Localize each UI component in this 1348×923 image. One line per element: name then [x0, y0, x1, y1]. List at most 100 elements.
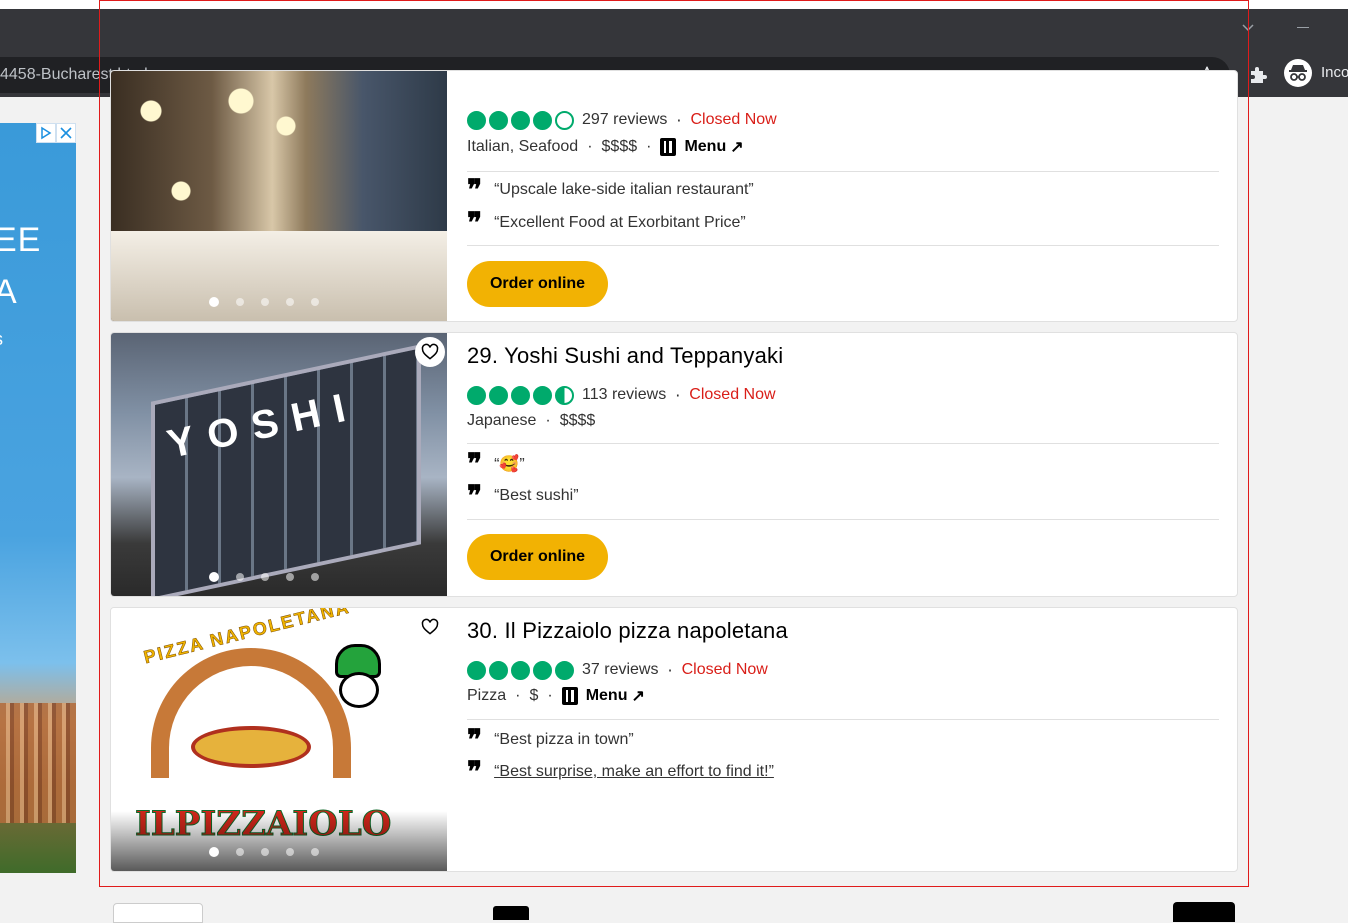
- carousel-dot[interactable]: [286, 298, 294, 306]
- ad-text-line: A: [0, 273, 18, 311]
- rating-bubble: [555, 385, 574, 405]
- menu-icon: [660, 138, 677, 156]
- review-snippet-text: “Best sushi”: [494, 487, 579, 504]
- restaurant-name[interactable]: 29. Yoshi Sushi and Teppanyaki: [467, 343, 783, 369]
- menu-label: Menu: [585, 687, 628, 704]
- status-closed: Closed Now: [681, 661, 768, 678]
- restaurant-photo[interactable]: PIZZA NAPOLETANA ILPIZZAIOLO: [111, 608, 447, 871]
- rating-bubble: [511, 660, 530, 680]
- chevron-down-icon[interactable]: [1240, 19, 1256, 35]
- review-snippet[interactable]: ❞ “Excellent Food at Exorbitant Price”: [467, 206, 746, 239]
- rating-bubble: [467, 660, 486, 680]
- divider: [467, 719, 1219, 720]
- pagination-next-button[interactable]: [1173, 902, 1235, 922]
- rating-bubble: [555, 660, 574, 680]
- review-snippet[interactable]: ❞ “Best pizza in town”: [467, 726, 634, 754]
- restaurant-card[interactable]: PIZZA NAPOLETANA ILPIZZAIOLO 30. Il Pizz…: [110, 607, 1238, 872]
- review-snippet[interactable]: ❞ “Upscale lake-side italian restaurant”: [467, 176, 754, 204]
- price-level: $: [529, 687, 539, 704]
- minimize-icon[interactable]: [1297, 27, 1309, 28]
- carousel-dot[interactable]: [286, 848, 294, 856]
- carousel-dot[interactable]: [261, 298, 269, 306]
- rating-bubble: [467, 110, 486, 130]
- carousel-dot[interactable]: [261, 848, 269, 856]
- save-button[interactable]: [415, 337, 445, 367]
- restaurant-card[interactable]: YOSHI 29. Yoshi Sushi and Teppanyaki 113…: [110, 332, 1238, 597]
- review-count[interactable]: 37 reviews: [582, 661, 658, 679]
- review-snippet[interactable]: ❞ “Best sushi”: [467, 482, 579, 510]
- review-count[interactable]: 113 reviews: [582, 386, 666, 404]
- rating-bubbles[interactable]: [467, 660, 574, 680]
- carousel-dots: [111, 297, 447, 307]
- order-online-button[interactable]: Order online: [467, 261, 608, 307]
- separator: ·: [667, 660, 673, 680]
- restaurant-photo[interactable]: YOSHI: [111, 333, 447, 596]
- close-icon[interactable]: [56, 123, 76, 143]
- carousel-dot[interactable]: [209, 297, 219, 307]
- carousel-dot[interactable]: [209, 847, 219, 857]
- logo-pizza: [191, 726, 311, 768]
- review-snippet-text[interactable]: “Best surprise, make an effort to find i…: [494, 763, 774, 781]
- ad-image-city: [0, 703, 76, 823]
- advertisement-banner[interactable]: EE A s: [0, 123, 76, 873]
- ad-text-line: EE: [0, 221, 42, 259]
- price-level: $$$$: [601, 138, 638, 155]
- rating-row: 297 reviews · Closed Now: [467, 108, 777, 132]
- review-snippet[interactable]: ❞ “Best surprise, make an effort to find…: [467, 758, 774, 786]
- rating-bubble: [511, 110, 530, 130]
- divider: [467, 443, 1219, 444]
- logo-chef-face: [339, 672, 379, 708]
- rating-bubble: [511, 385, 530, 405]
- rating-bubbles[interactable]: [467, 110, 574, 130]
- carousel-dot[interactable]: [311, 298, 319, 306]
- separator: ·: [515, 687, 521, 704]
- status-closed: Closed Now: [690, 111, 777, 128]
- carousel-dots: [111, 572, 447, 582]
- adchoices-icon[interactable]: [36, 123, 56, 143]
- carousel-dot[interactable]: [236, 573, 244, 581]
- quote-icon: ❞: [467, 206, 483, 239]
- review-snippet-text: “Best pizza in town”: [494, 731, 634, 748]
- incognito-label: Inco: [1321, 64, 1348, 81]
- pagination-previous-button[interactable]: [113, 903, 203, 923]
- review-snippet-text: “Upscale lake-side italian restaurant”: [494, 181, 754, 198]
- menu-icon: [561, 687, 578, 705]
- rating-row: 113 reviews · Closed Now: [467, 383, 776, 407]
- photo-table-area: [111, 231, 447, 321]
- puzzle-icon[interactable]: [1246, 63, 1270, 87]
- pagination-current-page[interactable]: [493, 906, 529, 920]
- carousel-dot[interactable]: [286, 573, 294, 581]
- separator: ·: [676, 110, 682, 130]
- incognito-icon[interactable]: [1284, 59, 1312, 87]
- menu-label: Menu: [684, 138, 727, 155]
- ad-badges: [36, 123, 76, 143]
- save-button[interactable]: [415, 612, 445, 642]
- restaurant-card[interactable]: 297 reviews · Closed Now Italian, Seafoo…: [110, 70, 1238, 322]
- carousel-dot[interactable]: [311, 848, 319, 856]
- carousel-dot[interactable]: [311, 573, 319, 581]
- carousel-dot[interactable]: [236, 848, 244, 856]
- rating-bubble: [467, 385, 486, 405]
- menu-link[interactable]: Menu ↗: [561, 686, 645, 706]
- restaurant-photo[interactable]: [111, 71, 447, 321]
- cuisine: Japanese: [467, 412, 537, 429]
- heart-icon: [421, 618, 439, 635]
- price-level: $$$$: [559, 412, 596, 429]
- rating-bubbles[interactable]: [467, 385, 574, 405]
- separator: ·: [547, 687, 553, 704]
- order-online-button[interactable]: Order online: [467, 534, 608, 580]
- divider: [467, 245, 1219, 246]
- carousel-dots: [111, 847, 447, 857]
- restaurant-name[interactable]: 30. Il Pizzaiolo pizza napoletana: [467, 618, 788, 644]
- rating-bubble: [533, 110, 552, 130]
- rating-bubble: [489, 110, 508, 130]
- rating-bubble: [555, 110, 574, 130]
- cuisine: Pizza: [467, 687, 507, 704]
- carousel-dot[interactable]: [261, 573, 269, 581]
- menu-link[interactable]: Menu ↗: [660, 137, 744, 157]
- carousel-dot[interactable]: [236, 298, 244, 306]
- review-count[interactable]: 297 reviews: [582, 111, 667, 129]
- heart-icon: [421, 343, 439, 360]
- carousel-dot[interactable]: [209, 572, 219, 582]
- review-snippet[interactable]: ❞ “🥰”: [467, 450, 525, 478]
